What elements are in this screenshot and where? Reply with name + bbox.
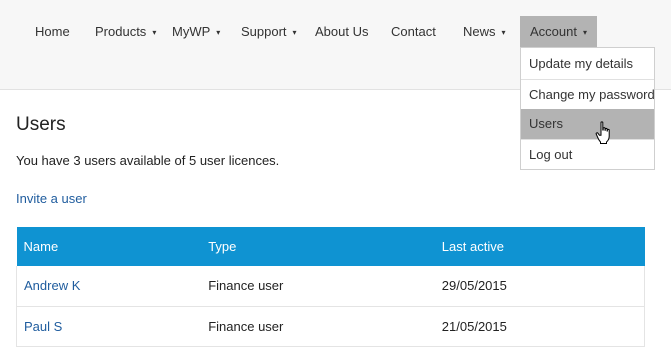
account-dropdown-menu: Update my details Change my password Use… <box>520 47 655 170</box>
table-header-row: Name Type Last active <box>16 227 645 266</box>
nav-item-label: Products <box>95 24 147 39</box>
nav-item-label: Support <box>241 24 287 39</box>
table-row: Andrew K Finance user 29/05/2015 <box>16 266 645 307</box>
menu-item-update-details[interactable]: Update my details <box>521 49 654 79</box>
page-title: Users <box>16 114 66 135</box>
nav-item-contact[interactable]: Contact <box>391 16 436 47</box>
menu-item-change-password[interactable]: Change my password <box>521 80 655 110</box>
nav-item-label: About Us <box>315 24 369 39</box>
cell-last-active: 29/05/2015 <box>434 266 645 307</box>
chevron-down-icon: ▾ <box>292 28 297 37</box>
nav-item-account[interactable]: Account ▾ <box>520 16 597 47</box>
table-row: Paul S Finance user 21/05/2015 <box>16 306 645 347</box>
cell-type: Finance user <box>201 306 435 347</box>
licence-summary-text: You have 3 users available of 5 user lic… <box>16 153 280 168</box>
menu-item-users[interactable]: Users <box>521 109 654 139</box>
nav-item-support[interactable]: Support ▾ <box>241 16 297 47</box>
nav-item-label: Home <box>35 24 70 39</box>
column-header-name: Name <box>16 227 202 266</box>
invite-user-link[interactable]: Invite a user <box>16 191 87 206</box>
column-header-last-active: Last active <box>434 227 645 266</box>
chevron-down-icon: ▾ <box>582 28 587 37</box>
menu-item-log-out[interactable]: Log out <box>521 140 654 170</box>
nav-item-label: MyWP <box>172 24 211 39</box>
column-header-type: Type <box>201 227 435 266</box>
nav-item-home[interactable]: Home <box>35 16 70 47</box>
user-name-link[interactable]: Paul S <box>24 319 62 334</box>
nav-item-mywp[interactable]: MyWP ▾ <box>172 16 220 47</box>
cell-last-active: 21/05/2015 <box>434 306 645 347</box>
nav-item-label: Contact <box>391 24 436 39</box>
nav-item-label: Account <box>530 24 577 39</box>
nav-item-products[interactable]: Products ▾ <box>95 16 156 47</box>
chevron-down-icon: ▾ <box>216 28 221 37</box>
chevron-down-icon: ▾ <box>152 28 157 37</box>
nav-item-news[interactable]: News ▾ <box>463 16 506 47</box>
chevron-down-icon: ▾ <box>501 28 506 37</box>
cell-type: Finance user <box>201 266 435 307</box>
users-table: Name Type Last active Andrew K Finance u… <box>16 227 645 347</box>
nav-item-about-us[interactable]: About Us <box>315 16 368 47</box>
cell-name: Paul S <box>16 306 202 347</box>
nav-item-label: News <box>463 24 496 39</box>
user-name-link[interactable]: Andrew K <box>24 278 80 293</box>
cell-name: Andrew K <box>16 266 202 307</box>
